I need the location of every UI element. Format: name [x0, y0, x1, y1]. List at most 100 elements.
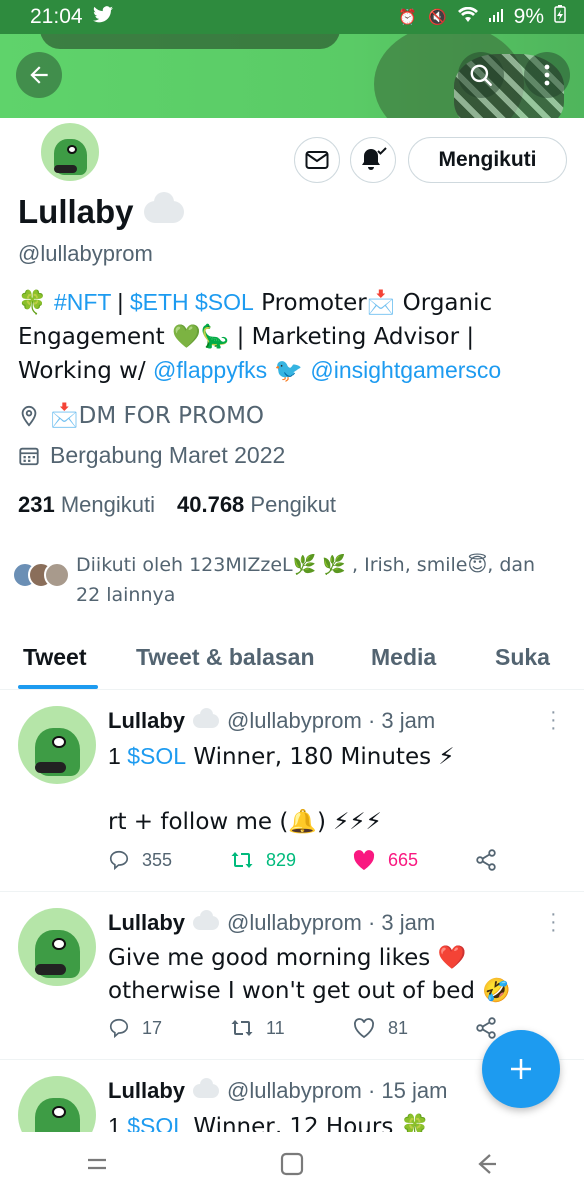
reply-button[interactable]: 355 — [108, 848, 230, 872]
cashtag-link[interactable]: $SOL — [127, 743, 186, 769]
cloud-icon — [143, 192, 184, 223]
followed-by-text: Diikuti oleh 123MIZzeL🌿 🌿 , Irish, smile… — [76, 554, 536, 606]
tweet-text: 1 $SOL Winner, 180 Minutes ⚡ rt + follow… — [108, 740, 568, 839]
cashtag-link[interactable]: $ETH — [130, 289, 189, 315]
profile-location: 📩DM FOR PROMO — [18, 402, 264, 429]
envelope-icon — [305, 151, 329, 169]
home-square-icon — [280, 1152, 304, 1175]
retweet-count: 829 — [266, 849, 297, 870]
cashtag-link[interactable]: $SOL — [127, 1113, 186, 1132]
compose-tweet-button[interactable] — [482, 1030, 560, 1108]
profile-joined: Bergabung Maret 2022 — [18, 442, 285, 469]
location-text: 📩DM FOR PROMO — [50, 403, 265, 429]
mention-link[interactable]: @insightgamersco — [310, 357, 501, 383]
share-icon — [476, 849, 496, 871]
following-button[interactable]: Mengikuti — [408, 137, 567, 183]
back-chevron-icon — [477, 1153, 496, 1174]
home-button[interactable] — [279, 1151, 305, 1182]
followers-count: 40.768 — [177, 492, 245, 517]
tweet-header: Lullaby @lullabyprom · 3 jam — [108, 708, 435, 734]
tweet[interactable]: Lullaby @lullabyprom · 3 jam · · · 1 $SOL … — [0, 690, 584, 892]
like-button[interactable]: 665 — [352, 848, 474, 872]
more-vertical-icon — [544, 64, 550, 86]
tweet-text-part: Winner, 12 Hours 🍀 — [186, 1114, 430, 1132]
tweet[interactable]: Lullaby @lullabyprom · 3 jam · · · Give me… — [0, 892, 584, 1060]
arrow-left-icon — [30, 66, 48, 84]
tweet-text-part: 1 — [108, 1113, 128, 1132]
tab-media[interactable]: Media — [371, 644, 436, 671]
location-pin-icon — [21, 405, 37, 427]
recent-apps-button[interactable] — [84, 1151, 110, 1182]
following-stat[interactable]: 231 Mengikuti — [18, 492, 155, 518]
followers-stat[interactable]: 40.768 Pengikut — [177, 492, 336, 518]
tweet-author-name: Lullaby — [108, 1078, 186, 1103]
tweet-text-part: 1 — [108, 743, 128, 769]
like-count: 81 — [388, 1017, 409, 1038]
heart-outline-icon — [353, 1018, 375, 1039]
tweet-avatar[interactable] — [18, 706, 96, 784]
tweet-author-handle: @lullabyprom · 3 jam — [227, 910, 436, 935]
bio-text: 🐦 — [267, 358, 311, 384]
status-bar: 21:04 ⏰ 🔇 9% — [0, 0, 584, 34]
tweet-actions: 355 829 665 — [108, 848, 584, 872]
followed-by[interactable]: Diikuti oleh 123MIZzeL🌿 🌿 , Irish, smile… — [12, 550, 572, 610]
followers-label: Pengikut — [250, 492, 337, 517]
system-back-button[interactable] — [474, 1151, 500, 1182]
like-button[interactable]: 81 — [352, 1016, 474, 1040]
like-count: 665 — [388, 849, 419, 870]
retweet-count: 11 — [266, 1017, 285, 1038]
profile-stats: 231 Mengikuti 40.768 Pengikut — [18, 492, 336, 518]
bio-text: | — [111, 289, 130, 315]
profile-bio: 🍀 #NFT | $ETH $SOL Promoter📩 Organic Eng… — [18, 286, 568, 388]
status-time: 21:04 — [30, 5, 83, 28]
tweet-author-name: Lullaby — [108, 910, 186, 935]
notifications-button[interactable] — [350, 137, 396, 183]
profile-avatar[interactable] — [38, 120, 102, 184]
plus-icon — [511, 1059, 531, 1079]
tweet-header: Lullaby @lullabyprom · 3 jam — [108, 910, 435, 936]
tweet-avatar[interactable] — [18, 908, 96, 986]
profile-name-text: Lullaby — [18, 193, 134, 230]
reply-icon — [109, 1018, 129, 1039]
profile-name: Lullaby — [18, 192, 184, 231]
search-button[interactable] — [458, 52, 504, 98]
tab-likes[interactable]: Suka — [495, 644, 550, 671]
wifi-icon — [457, 6, 478, 27]
tweet-menu-button[interactable]: · · · — [550, 702, 557, 738]
system-nav-bar — [0, 1132, 584, 1200]
more-options-button[interactable] — [524, 52, 570, 98]
tab-tweet[interactable]: Tweet — [23, 644, 86, 671]
mention-link[interactable]: @flappyfks — [153, 357, 267, 383]
active-tab-indicator — [18, 685, 98, 689]
hashtag-link[interactable]: #NFT — [54, 289, 111, 315]
tweet-avatar[interactable] — [18, 1076, 96, 1132]
heart-filled-icon — [353, 850, 375, 870]
tweet-menu-button[interactable]: · · · — [550, 904, 557, 940]
message-button[interactable] — [294, 137, 340, 183]
tweet-author-handle: @lullabyprom · 15 jam — [227, 1078, 448, 1103]
cloud-icon — [193, 910, 220, 930]
tweet-text: 1 $SOL Winner, 12 Hours 🍀 — [108, 1110, 568, 1132]
mute-icon: 🔇 — [427, 9, 448, 26]
tweet-header: Lullaby @lullabyprom · 15 jam — [108, 1078, 447, 1104]
reply-button[interactable]: 17 — [108, 1016, 230, 1040]
tweet-text: Give me good morning likes ❤️ otherwise … — [108, 945, 511, 1004]
tab-tweet-replies[interactable]: Tweet & balasan — [136, 644, 315, 671]
following-count: 231 — [18, 492, 55, 517]
battery-percent: 9% — [513, 5, 544, 28]
bio-text: 🍀 — [18, 290, 54, 316]
retweet-button[interactable]: 829 — [230, 848, 352, 872]
back-button[interactable] — [16, 52, 62, 98]
calendar-icon — [19, 447, 39, 465]
signal-icon — [488, 7, 504, 27]
joined-text: Bergabung Maret 2022 — [50, 442, 286, 468]
retweet-button[interactable]: 11 — [230, 1016, 352, 1040]
cashtag-link[interactable]: $SOL — [195, 289, 254, 315]
search-icon — [470, 64, 492, 86]
battery-charging-icon — [554, 5, 566, 29]
twitter-bird-icon — [92, 6, 113, 28]
cloud-icon — [193, 1078, 220, 1098]
retweet-icon — [231, 852, 253, 868]
share-button[interactable] — [474, 848, 584, 872]
tweet-author-name: Lullaby — [108, 708, 186, 733]
